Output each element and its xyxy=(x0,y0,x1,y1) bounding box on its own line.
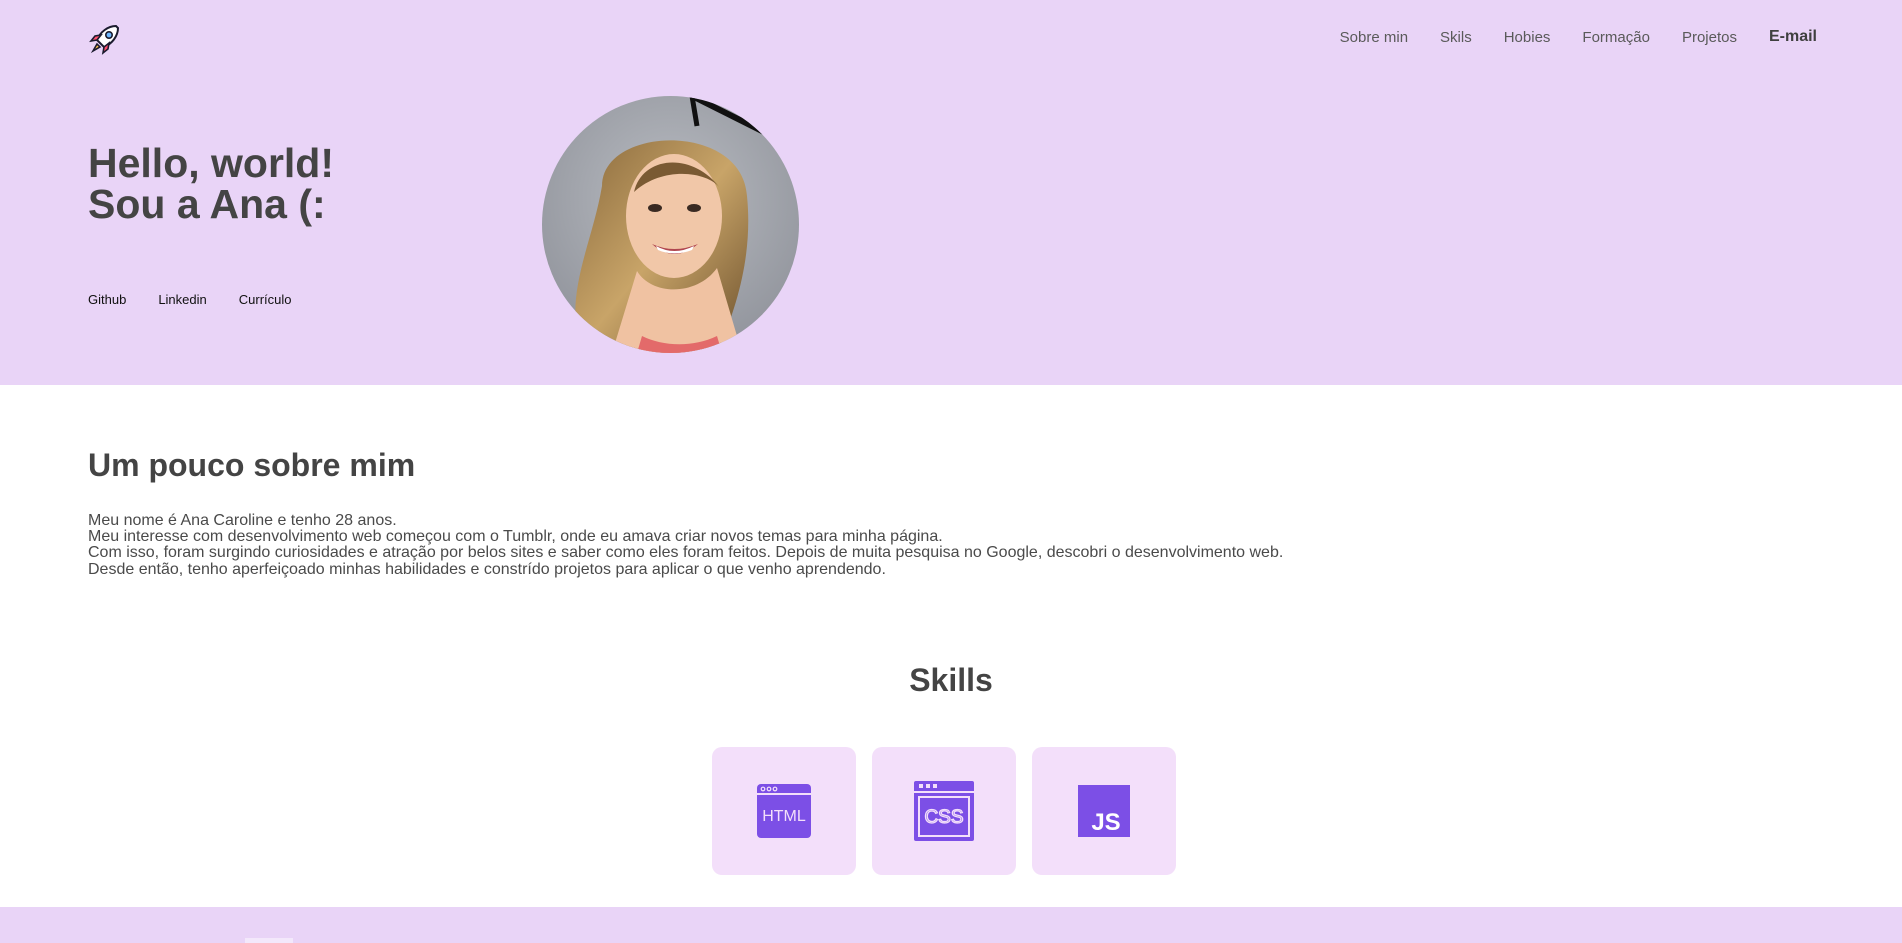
skill-card-css: CSS xyxy=(872,747,1016,875)
about-paragraph: Com isso, foram surgindo curiosidades e … xyxy=(88,544,1284,562)
footer-divider xyxy=(245,938,293,943)
about-paragraph: Meu nome é Ana Caroline e tenho 28 anos. xyxy=(88,512,397,529)
linkedin-link[interactable]: Linkedin xyxy=(158,292,206,307)
css-icon: CSS xyxy=(914,781,974,841)
skill-card-html: HTML xyxy=(712,747,856,875)
footer-bar xyxy=(0,907,1902,943)
social-links: Github Linkedin Currículo xyxy=(88,292,324,307)
about-paragraph: Meu interesse com desenvolvimento web co… xyxy=(88,528,943,546)
profile-photo xyxy=(542,96,799,353)
github-link[interactable]: Github xyxy=(88,292,126,307)
svg-text:JS: JS xyxy=(1091,809,1120,836)
nav-item-email[interactable]: E-mail xyxy=(1769,28,1817,46)
svg-text:HTML: HTML xyxy=(762,808,806,825)
curriculo-link[interactable]: Currículo xyxy=(239,292,292,307)
nav-item-projetos[interactable]: Projetos xyxy=(1682,29,1737,46)
svg-text:CSS: CSS xyxy=(924,807,963,828)
main-nav: Sobre min Skils Hobies Formação Projetos… xyxy=(1308,28,1817,46)
about-title: Um pouco sobre mim xyxy=(88,447,416,483)
nav-item-skills[interactable]: Skils xyxy=(1440,29,1472,46)
skill-card-js: JS xyxy=(1032,747,1176,875)
nav-item-hobies[interactable]: Hobies xyxy=(1504,29,1551,46)
nav-item-formacao[interactable]: Formação xyxy=(1582,29,1650,46)
about-text: Meu nome é Ana Caroline e tenho 28 anos.… xyxy=(88,512,1284,578)
hero-section: Sobre min Skils Hobies Formação Projetos… xyxy=(0,0,1902,385)
about-paragraph: Desde então, tenho aperfeiçoado minhas h… xyxy=(88,560,886,578)
skills-title: Skills xyxy=(909,662,993,698)
html-icon: HTML xyxy=(757,784,811,838)
hero-title-line-2: Sou a Ana (: xyxy=(88,181,326,227)
js-icon: JS xyxy=(1078,785,1130,837)
hero-title: Hello, world! Sou a Ana (: xyxy=(88,143,334,225)
nav-item-sobre[interactable]: Sobre min xyxy=(1340,29,1408,46)
hero-title-line-1: Hello, world! xyxy=(88,140,334,186)
rocket-icon[interactable] xyxy=(86,22,122,58)
